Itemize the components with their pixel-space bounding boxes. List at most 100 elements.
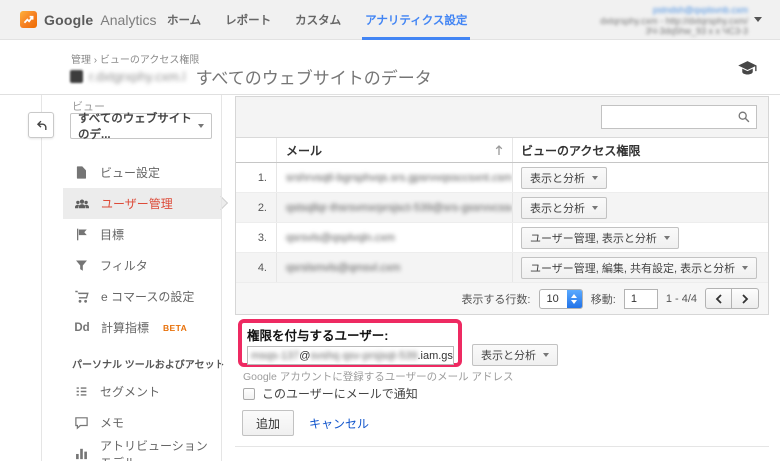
user-email: qsrslsmvls@qmsvl.cxm	[286, 261, 401, 274]
row-permission-cell: 表示と分析	[513, 163, 768, 192]
row-email-cell: srshrvsqtl-bgrsphvqs.srs.gpsrvvqssccsxnt…	[277, 163, 513, 192]
caret-down-icon	[663, 235, 670, 240]
account-property: dxtqrsphy.cxm - http://dxtqrsphy.cxm/	[600, 15, 748, 26]
sidebar-item-label: e コマースの設定	[101, 290, 195, 304]
sidebar-item-label: アトリビューション モデル	[100, 438, 208, 461]
active-tab-underline	[362, 37, 471, 40]
caret-down-icon	[742, 265, 749, 270]
previous-page-button[interactable]	[705, 288, 732, 309]
notify-label: このユーザーにメールで通知	[262, 387, 418, 401]
table-toolbar	[236, 97, 768, 138]
pager-buttons	[705, 288, 759, 309]
academy-graduation-cap-icon[interactable]	[737, 60, 758, 83]
sidebar-item-label: フィルタ	[100, 259, 148, 273]
permission-value: 表示と分析	[530, 202, 585, 215]
chevron-left-icon	[715, 293, 722, 304]
segments-icon	[76, 387, 87, 396]
email-header-label: メール	[286, 143, 323, 158]
email-at: @	[299, 349, 311, 362]
flag-icon	[77, 228, 87, 241]
search-input[interactable]	[601, 105, 757, 129]
view-selector-value: すべてのウェブサイトのデ...	[78, 113, 192, 141]
rows-per-page-select[interactable]: 10	[538, 288, 583, 309]
row-number: 4.	[236, 253, 277, 282]
bar-chart-icon	[76, 448, 87, 460]
pagination-bar: 表示する行数: 10 移動: 1 1 - 4/4	[236, 283, 768, 314]
back-arrow-icon	[36, 120, 47, 130]
account-switcher[interactable]: pstndsh@qxplsvnb.cxm dxtqrsphy.cxm - htt…	[600, 5, 748, 37]
new-user-permission-wrap: 表示と分析	[472, 344, 558, 366]
brand[interactable]: Google Analytics	[20, 11, 156, 28]
account-caret-down-icon[interactable]	[754, 17, 762, 22]
email-prefix: msqs-137	[251, 349, 300, 362]
goto-page-label: 移動:	[590, 293, 616, 306]
sidebar-item-annotations[interactable]: メモ	[63, 407, 221, 438]
row-email-cell: qsrsvls@qsplvqln.cxm	[277, 223, 513, 252]
add-button[interactable]: 追加	[242, 410, 295, 436]
email-domain: svshq qsv-prsjsqt-539	[310, 349, 418, 362]
caret-down-icon	[198, 124, 204, 128]
page-range-text: 1 - 4/4	[665, 292, 697, 305]
table-row: 1. srshrvsqtl-bgrsphvqs.srs.gpsrvvqssccs…	[236, 163, 768, 193]
form-actions: 追加 キャンセル	[242, 410, 369, 436]
rows-per-page-value: 10	[546, 292, 559, 305]
brand-analytics-text: Analytics	[100, 11, 157, 28]
sidebar-item-filters[interactable]: フィルタ	[63, 250, 221, 281]
sidebar-item-user-management[interactable]: ユーザー管理	[63, 188, 229, 219]
sidebar-item-ecommerce-settings[interactable]: e コマースの設定	[63, 281, 221, 312]
permission-header-label: ビューのアクセス権限	[521, 143, 641, 158]
notify-checkbox[interactable]	[243, 387, 255, 400]
google-analytics-admin-page: Google Analytics ホーム レポート カスタム アナリティクス設定…	[0, 0, 780, 461]
user-email: qsrsvls@qsplvqln.cxm	[286, 231, 395, 244]
sidebar-item-segments[interactable]: セグメント	[63, 376, 221, 407]
page-title: すべてのウェブサイトのデータ	[195, 69, 432, 88]
sidebar-item-goals[interactable]: 目標	[63, 219, 221, 250]
view-selector-dropdown[interactable]: すべてのウェブサイトのデ...	[70, 113, 212, 141]
row-permission-cell: 表示と分析	[513, 193, 768, 222]
new-user-permission-dropdown[interactable]: 表示と分析	[472, 344, 558, 366]
permission-dropdown[interactable]: ユーザー管理, 編集, 共有設定, 表示と分析	[521, 256, 758, 279]
permission-dropdown[interactable]: ユーザー管理, 表示と分析	[521, 226, 679, 249]
search-icon	[738, 111, 750, 123]
shopping-cart-icon	[75, 290, 89, 303]
new-user-email-input[interactable]: msqs-137@svshq qsv-prsjsqt-539.iam.gserv…	[247, 346, 454, 365]
caret-down-icon	[592, 205, 598, 210]
content-bottom-divider	[235, 446, 769, 447]
google-analytics-logo-icon	[20, 11, 37, 28]
sidebar-item-view-settings[interactable]: ビュー設定	[63, 157, 221, 188]
sidebar-item-attribution-models[interactable]: アトリビューション モデル	[63, 438, 221, 461]
sidebar-divider	[221, 95, 222, 461]
permission-dropdown[interactable]: 表示と分析	[521, 166, 607, 189]
permission-value: 表示と分析	[481, 350, 536, 362]
nav-reporting[interactable]: レポート	[225, 0, 271, 40]
sidebar-item-label: 目標	[100, 228, 125, 242]
email-helper-text: Google アカウントに登録するユーザーのメール アドレス	[243, 371, 514, 383]
filter-funnel-icon	[76, 260, 87, 271]
nav-admin[interactable]: アナリティクス設定	[362, 0, 471, 40]
row-number: 2.	[236, 193, 277, 222]
nav-customization[interactable]: カスタム	[295, 0, 341, 40]
sidebar-item-label: ビュー設定	[100, 166, 161, 180]
brand-google-text: Google	[44, 11, 94, 28]
primary-nav: ホーム レポート カスタム アナリティクス設定	[167, 0, 471, 40]
email-column-header[interactable]: メール	[277, 138, 513, 162]
sidebar-item-label: ユーザー管理	[101, 197, 173, 211]
goto-page-input[interactable]: 1	[623, 288, 658, 309]
account-view: 3Ч-3dq5hw_93 x x ЧC3-3	[645, 26, 748, 36]
nav-home[interactable]: ホーム	[167, 0, 201, 40]
account-email: pstndsh@qxplsvnb.cxm	[652, 5, 748, 15]
permission-column-header: ビューのアクセス権限	[513, 138, 768, 162]
permission-dropdown[interactable]: 表示と分析	[521, 196, 607, 219]
permission-value: ユーザー管理, 表示と分析	[530, 232, 657, 245]
back-button[interactable]	[28, 112, 54, 138]
left-gutter-divider	[41, 95, 42, 461]
sidebar-item-calculated-metrics[interactable]: Dd 計算指標 BETA	[63, 312, 221, 343]
stepper-icon	[566, 289, 582, 308]
beta-badge: BETA	[163, 322, 188, 333]
cancel-link[interactable]: キャンセル	[309, 415, 369, 432]
next-page-button[interactable]	[732, 288, 759, 309]
user-email: qstsqllqr-thsrsvmxrprsjsct-539@srs-gssrv…	[286, 201, 512, 214]
chevron-right-icon	[742, 293, 749, 304]
table-row: 3. qsrsvls@qsplvqln.cxm ユーザー管理, 表示と分析	[236, 223, 768, 253]
sort-ascending-icon[interactable]	[493, 143, 505, 157]
